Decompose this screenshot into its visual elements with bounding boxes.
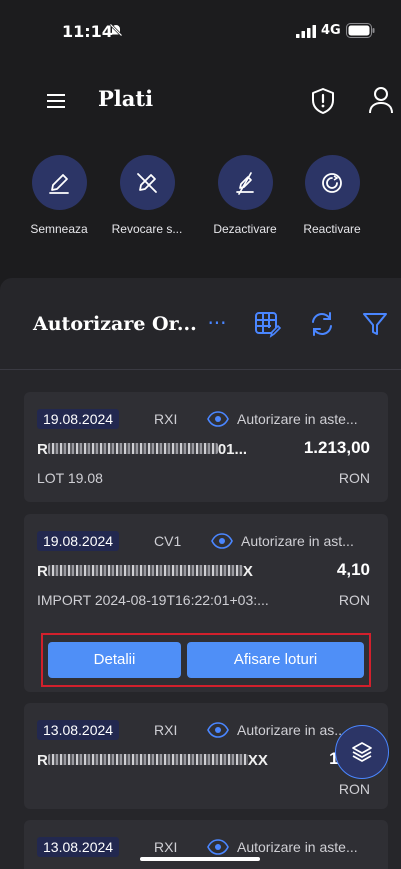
action-circle: [119, 155, 175, 210]
menu-icon[interactable]: [45, 90, 67, 112]
home-indicator[interactable]: [140, 857, 260, 861]
layers-icon: [352, 742, 372, 762]
user-icon[interactable]: [368, 85, 394, 115]
actions-row: Semneaza Revocare s... Dezactivare React…: [0, 155, 401, 255]
status-bar: 11:14 4G: [0, 0, 401, 62]
action-revocare[interactable]: Revocare s...: [97, 155, 197, 236]
panel-header: Autorizare Or... ···: [0, 278, 401, 370]
panel-title: Autorizare Or...: [33, 313, 197, 335]
account-suffix: 01...: [217, 441, 248, 458]
currency: RON: [338, 592, 370, 608]
status-text: Autorizare in aste...: [237, 839, 358, 855]
disable-icon: [236, 171, 254, 195]
action-label: Revocare s...: [111, 222, 183, 236]
refresh-icon[interactable]: [308, 310, 336, 338]
date-badge: 19.08.2024: [37, 531, 120, 551]
payment-code: RXI: [154, 411, 178, 427]
action-semneaza[interactable]: Semneaza: [9, 155, 109, 236]
action-dezactivare[interactable]: Dezactivare: [195, 155, 295, 236]
more-icon[interactable]: ···: [204, 310, 230, 336]
payment-card[interactable]: 13.08.2024 RXI Autorizare in aste...: [24, 820, 388, 869]
payment-code: RXI: [154, 722, 178, 738]
eye-icon[interactable]: [211, 532, 233, 550]
signal-icon: [296, 25, 316, 38]
status-text: Autorizare in aste...: [237, 411, 358, 427]
details-button[interactable]: Detalii: [48, 642, 181, 678]
eye-icon[interactable]: [207, 721, 229, 739]
action-reactivare[interactable]: Reactivare: [282, 155, 382, 236]
account-number: R 01...: [37, 441, 247, 458]
status-time: 11:14: [62, 22, 113, 41]
pen-icon: [49, 173, 69, 194]
account-suffix: X: [242, 563, 253, 580]
grid-edit-icon[interactable]: [253, 310, 281, 338]
reactivate-icon: [322, 172, 342, 193]
date-badge: 19.08.2024: [37, 409, 120, 429]
page-title: Plati: [98, 86, 154, 111]
date-badge: 13.08.2024: [37, 720, 120, 740]
description: LOT 19.08: [37, 470, 103, 486]
action-circle: [304, 155, 360, 210]
payment-code: CV1: [154, 533, 182, 549]
eye-icon[interactable]: [207, 410, 229, 428]
card-actions-highlight: Detalii Afisare loturi: [41, 633, 371, 687]
show-lots-button[interactable]: Afisare loturi: [187, 642, 364, 678]
account-number: R XX: [37, 752, 268, 769]
shield-alert-icon[interactable]: [310, 87, 336, 115]
account-number: RX: [37, 563, 253, 580]
action-circle: [31, 155, 87, 210]
eye-icon[interactable]: [207, 838, 229, 856]
redacted-block: [47, 754, 248, 765]
pen-off-icon: [137, 172, 157, 193]
currency: RON: [338, 781, 370, 797]
redacted-block: [47, 565, 243, 576]
filter-icon[interactable]: [361, 310, 389, 338]
date-badge: 13.08.2024: [37, 837, 120, 857]
action-circle: [217, 155, 273, 210]
network-label: 4G: [321, 23, 341, 38]
amount: 4,10: [336, 560, 370, 579]
bell-muted-icon: [109, 23, 123, 37]
payment-card[interactable]: 19.08.2024 RXI Autorizare in aste... R 01…: [24, 392, 388, 502]
redacted-block: [47, 443, 218, 454]
currency: RON: [338, 470, 370, 486]
account-suffix: XX: [247, 752, 268, 769]
account-prefix: R: [37, 441, 48, 458]
action-label: Reactivare: [303, 222, 361, 236]
account-prefix: R: [37, 752, 48, 769]
action-label: Dezactivare: [213, 222, 277, 236]
status-text: Autorizare in as...: [237, 722, 346, 738]
description: IMPORT 2024-08-19T16:22:01+03:...: [37, 592, 269, 608]
header-bar: Plati: [0, 62, 401, 140]
battery-icon: [346, 23, 375, 38]
account-prefix: R: [37, 563, 48, 580]
payment-card[interactable]: 13.08.2024 RXI Autorizare in as... RXX 1…: [24, 703, 388, 809]
layers-fab[interactable]: [335, 725, 389, 779]
status-text: Autorizare in ast...: [241, 533, 354, 549]
amount: 1.213,00: [303, 438, 370, 457]
payment-code: RXI: [154, 839, 178, 855]
action-label: Semneaza: [30, 222, 88, 236]
